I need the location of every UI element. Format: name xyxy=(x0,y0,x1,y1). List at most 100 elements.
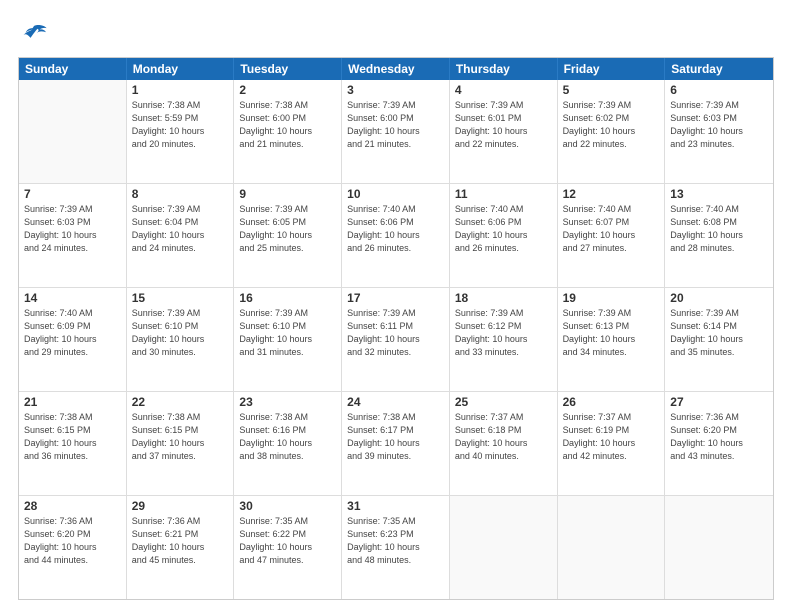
calendar-day-header: Wednesday xyxy=(342,58,450,80)
calendar-day-cell: 26 Sunrise: 7:37 AM Sunset: 6:19 PM Dayli… xyxy=(558,392,666,495)
day-info: Sunrise: 7:40 AM Sunset: 6:09 PM Dayligh… xyxy=(24,307,121,359)
day-number: 11 xyxy=(455,187,552,201)
calendar-day-cell: 19 Sunrise: 7:39 AM Sunset: 6:13 PM Dayli… xyxy=(558,288,666,391)
day-info: Sunrise: 7:38 AM Sunset: 6:00 PM Dayligh… xyxy=(239,99,336,151)
calendar-day-cell: 27Sunrise: 7:36 AM Sunset: 6:20 PM Dayli… xyxy=(665,392,773,495)
day-info: Sunrise: 7:39 AM Sunset: 6:10 PM Dayligh… xyxy=(239,307,336,359)
day-number: 31 xyxy=(347,499,444,513)
calendar-day-cell: 14Sunrise: 7:40 AM Sunset: 6:09 PM Dayli… xyxy=(19,288,127,391)
day-number: 13 xyxy=(670,187,768,201)
day-info: Sunrise: 7:36 AM Sunset: 6:20 PM Dayligh… xyxy=(24,515,121,567)
day-info: Sunrise: 7:35 AM Sunset: 6:22 PM Dayligh… xyxy=(239,515,336,567)
calendar-day-cell xyxy=(450,496,558,599)
day-number: 26 xyxy=(563,395,660,409)
day-number: 8 xyxy=(132,187,229,201)
calendar-day-cell: 6 Sunrise: 7:39 AM Sunset: 6:03 PM Daylig… xyxy=(665,80,773,183)
day-number: 7 xyxy=(24,187,121,201)
day-info: Sunrise: 7:39 AM Sunset: 6:03 PM Dayligh… xyxy=(670,99,768,151)
calendar-header-row: SundayMondayTuesdayWednesdayThursdayFrid… xyxy=(19,58,773,80)
day-info: Sunrise: 7:38 AM Sunset: 6:15 PM Dayligh… xyxy=(24,411,121,463)
day-info: Sunrise: 7:37 AM Sunset: 6:18 PM Dayligh… xyxy=(455,411,552,463)
day-number: 3 xyxy=(347,83,444,97)
day-number: 22 xyxy=(132,395,229,409)
day-number: 16 xyxy=(239,291,336,305)
calendar-day-cell: 20 Sunrise: 7:39 AM Sunset: 6:14 PM Dayli… xyxy=(665,288,773,391)
day-number: 9 xyxy=(239,187,336,201)
day-number: 1 xyxy=(132,83,229,97)
calendar-day-cell: 9 Sunrise: 7:39 AM Sunset: 6:05 PM Daylig… xyxy=(234,184,342,287)
day-number: 30 xyxy=(239,499,336,513)
calendar-day-cell: 10Sunrise: 7:40 AM Sunset: 6:06 PM Dayli… xyxy=(342,184,450,287)
day-number: 5 xyxy=(563,83,660,97)
calendar-day-cell: 1 Sunrise: 7:38 AM Sunset: 5:59 PM Daylig… xyxy=(127,80,235,183)
day-number: 2 xyxy=(239,83,336,97)
day-number: 23 xyxy=(239,395,336,409)
calendar-day-cell: 31 Sunrise: 7:35 AM Sunset: 6:23 PM Dayli… xyxy=(342,496,450,599)
calendar-day-header: Saturday xyxy=(665,58,773,80)
day-info: Sunrise: 7:40 AM Sunset: 6:07 PM Dayligh… xyxy=(563,203,660,255)
day-info: Sunrise: 7:35 AM Sunset: 6:23 PM Dayligh… xyxy=(347,515,444,567)
day-info: Sunrise: 7:40 AM Sunset: 6:06 PM Dayligh… xyxy=(347,203,444,255)
calendar-day-cell: 4Sunrise: 7:39 AM Sunset: 6:01 PM Daylig… xyxy=(450,80,558,183)
calendar-day-cell: 8Sunrise: 7:39 AM Sunset: 6:04 PM Daylig… xyxy=(127,184,235,287)
day-info: Sunrise: 7:38 AM Sunset: 5:59 PM Dayligh… xyxy=(132,99,229,151)
day-number: 25 xyxy=(455,395,552,409)
day-info: Sunrise: 7:39 AM Sunset: 6:02 PM Dayligh… xyxy=(563,99,660,151)
day-number: 24 xyxy=(347,395,444,409)
calendar-day-cell: 23 Sunrise: 7:38 AM Sunset: 6:16 PM Dayli… xyxy=(234,392,342,495)
day-info: Sunrise: 7:39 AM Sunset: 6:05 PM Dayligh… xyxy=(239,203,336,255)
day-number: 19 xyxy=(563,291,660,305)
calendar: SundayMondayTuesdayWednesdayThursdayFrid… xyxy=(18,57,774,600)
calendar-day-header: Thursday xyxy=(450,58,558,80)
calendar-day-cell: 5 Sunrise: 7:39 AM Sunset: 6:02 PM Daylig… xyxy=(558,80,666,183)
calendar-day-cell: 12 Sunrise: 7:40 AM Sunset: 6:07 PM Dayli… xyxy=(558,184,666,287)
day-number: 28 xyxy=(24,499,121,513)
day-info: Sunrise: 7:36 AM Sunset: 6:21 PM Dayligh… xyxy=(132,515,229,567)
calendar-day-cell: 18 Sunrise: 7:39 AM Sunset: 6:12 PM Dayli… xyxy=(450,288,558,391)
calendar-day-header: Friday xyxy=(558,58,666,80)
day-number: 12 xyxy=(563,187,660,201)
day-info: Sunrise: 7:38 AM Sunset: 6:15 PM Dayligh… xyxy=(132,411,229,463)
day-info: Sunrise: 7:39 AM Sunset: 6:03 PM Dayligh… xyxy=(24,203,121,255)
calendar-day-header: Sunday xyxy=(19,58,127,80)
calendar-week-row: 1 Sunrise: 7:38 AM Sunset: 5:59 PM Daylig… xyxy=(19,80,773,184)
calendar-day-cell: 28 Sunrise: 7:36 AM Sunset: 6:20 PM Dayli… xyxy=(19,496,127,599)
day-info: Sunrise: 7:37 AM Sunset: 6:19 PM Dayligh… xyxy=(563,411,660,463)
day-number: 21 xyxy=(24,395,121,409)
day-info: Sunrise: 7:40 AM Sunset: 6:06 PM Dayligh… xyxy=(455,203,552,255)
day-info: Sunrise: 7:39 AM Sunset: 6:01 PM Dayligh… xyxy=(455,99,552,151)
calendar-day-cell xyxy=(19,80,127,183)
day-number: 27 xyxy=(670,395,768,409)
calendar-day-header: Tuesday xyxy=(234,58,342,80)
day-number: 15 xyxy=(132,291,229,305)
calendar-day-cell: 24Sunrise: 7:38 AM Sunset: 6:17 PM Dayli… xyxy=(342,392,450,495)
logo-bird-icon xyxy=(20,22,48,44)
day-info: Sunrise: 7:40 AM Sunset: 6:08 PM Dayligh… xyxy=(670,203,768,255)
day-number: 20 xyxy=(670,291,768,305)
calendar-week-row: 14Sunrise: 7:40 AM Sunset: 6:09 PM Dayli… xyxy=(19,288,773,392)
calendar-week-row: 21 Sunrise: 7:38 AM Sunset: 6:15 PM Dayli… xyxy=(19,392,773,496)
calendar-day-cell: 29Sunrise: 7:36 AM Sunset: 6:21 PM Dayli… xyxy=(127,496,235,599)
calendar-day-cell: 25 Sunrise: 7:37 AM Sunset: 6:18 PM Dayli… xyxy=(450,392,558,495)
day-info: Sunrise: 7:39 AM Sunset: 6:00 PM Dayligh… xyxy=(347,99,444,151)
header xyxy=(18,18,774,49)
logo xyxy=(18,22,48,49)
day-info: Sunrise: 7:39 AM Sunset: 6:13 PM Dayligh… xyxy=(563,307,660,359)
calendar-body: 1 Sunrise: 7:38 AM Sunset: 5:59 PM Daylig… xyxy=(19,80,773,599)
calendar-day-cell: 17 Sunrise: 7:39 AM Sunset: 6:11 PM Dayli… xyxy=(342,288,450,391)
calendar-week-row: 7 Sunrise: 7:39 AM Sunset: 6:03 PM Daylig… xyxy=(19,184,773,288)
calendar-day-header: Monday xyxy=(127,58,235,80)
day-info: Sunrise: 7:39 AM Sunset: 6:12 PM Dayligh… xyxy=(455,307,552,359)
day-number: 17 xyxy=(347,291,444,305)
day-info: Sunrise: 7:39 AM Sunset: 6:11 PM Dayligh… xyxy=(347,307,444,359)
day-number: 18 xyxy=(455,291,552,305)
calendar-day-cell xyxy=(558,496,666,599)
calendar-day-cell: 13 Sunrise: 7:40 AM Sunset: 6:08 PM Dayli… xyxy=(665,184,773,287)
calendar-day-cell: 11 Sunrise: 7:40 AM Sunset: 6:06 PM Dayli… xyxy=(450,184,558,287)
calendar-day-cell: 22 Sunrise: 7:38 AM Sunset: 6:15 PM Dayli… xyxy=(127,392,235,495)
day-number: 6 xyxy=(670,83,768,97)
day-info: Sunrise: 7:39 AM Sunset: 6:14 PM Dayligh… xyxy=(670,307,768,359)
day-info: Sunrise: 7:39 AM Sunset: 6:10 PM Dayligh… xyxy=(132,307,229,359)
calendar-week-row: 28 Sunrise: 7:36 AM Sunset: 6:20 PM Dayli… xyxy=(19,496,773,599)
day-info: Sunrise: 7:38 AM Sunset: 6:16 PM Dayligh… xyxy=(239,411,336,463)
